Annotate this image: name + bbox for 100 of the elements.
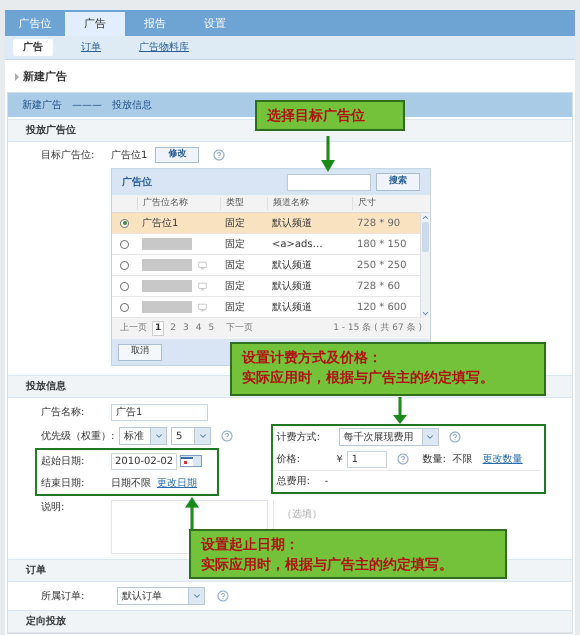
- redacted-block: [142, 280, 192, 292]
- help-icon[interactable]: [213, 149, 226, 161]
- prev-page-link[interactable]: 上一页: [120, 322, 147, 336]
- change-button[interactable]: 修改: [155, 147, 200, 163]
- page-link[interactable]: 3: [182, 322, 190, 336]
- name-field[interactable]: 广告1: [111, 404, 208, 420]
- date-field[interactable]: 2010-02-02: [111, 452, 177, 470]
- sub-tab[interactable]: 订单: [71, 39, 111, 56]
- section-title: 投放广告位: [26, 123, 76, 138]
- field-label: 广告名称:: [41, 406, 86, 420]
- table-cell-text: 默认频道: [271, 258, 313, 272]
- help-icon[interactable]: [221, 430, 233, 442]
- table-cell-text: <a>ads…: [271, 238, 324, 252]
- table-cell-text: 固定: [224, 258, 246, 272]
- field-label: 结束日期:: [41, 476, 86, 490]
- field-label: 优先级（权重）:: [41, 430, 115, 444]
- section-title: 投放信息: [26, 380, 66, 394]
- total-value: -: [324, 475, 328, 489]
- price-field[interactable]: 1: [346, 450, 387, 468]
- field-label: 计费方式:: [276, 430, 322, 444]
- search-button[interactable]: 搜索: [376, 173, 420, 191]
- radio-button[interactable]: [120, 302, 129, 312]
- table-row[interactable]: 广告位1 固定 默认频道 728 * 90: [112, 213, 420, 234]
- breadcrumb-item: 投放信息: [112, 98, 152, 112]
- radio-button[interactable]: [120, 218, 129, 228]
- pointer-arrow: [321, 136, 335, 172]
- sub-tab[interactable]: 广告物料库: [129, 39, 199, 56]
- callout-text: 设置起止日期：: [201, 536, 300, 555]
- table-cell-text: 120 * 600: [356, 300, 408, 314]
- main-tab[interactable]: 广告: [65, 12, 125, 36]
- panel-title: 广告位: [122, 175, 153, 190]
- breadcrumb-item: 新建广告: [22, 98, 62, 112]
- scroll-down-icon[interactable]: [421, 309, 430, 318]
- radio-button[interactable]: [120, 282, 129, 290]
- change-quantity-link[interactable]: 更改数量: [482, 452, 523, 466]
- table-cell-text: 728 * 90: [356, 216, 402, 230]
- field-label: 说明:: [41, 501, 66, 515]
- column-header: 尺寸: [352, 196, 420, 210]
- pointer-arrow: [185, 497, 199, 529]
- monitor-icon[interactable]: [198, 260, 207, 270]
- scrollbar[interactable]: [420, 213, 430, 318]
- dropdown[interactable]: 5: [171, 427, 211, 445]
- table-cell-text: 默认频道: [271, 300, 313, 314]
- section-title: 定向投放: [26, 614, 66, 629]
- next-page-link[interactable]: 下一页: [226, 322, 254, 336]
- dropdown[interactable]: 每千次展现费用: [338, 428, 439, 446]
- table-cell-text: 固定: [224, 280, 246, 294]
- change-date-link[interactable]: 更改日期: [157, 476, 197, 490]
- page-link[interactable]: 1: [152, 320, 164, 336]
- radio-button[interactable]: [120, 240, 129, 248]
- callout-text: 选择目标广告位: [267, 106, 366, 126]
- dropdown[interactable]: 默认订单: [117, 587, 205, 605]
- field-label: 起始日期:: [41, 454, 86, 468]
- page-title: 新建广告: [23, 68, 67, 85]
- column-header: 类型: [220, 196, 267, 210]
- currency-symbol: ￥: [334, 452, 345, 466]
- table-cell-text: 固定: [224, 216, 246, 230]
- breadcrumb-separator: ———: [72, 98, 102, 112]
- calendar-icon[interactable]: [180, 455, 202, 467]
- table-cell-text: 固定: [224, 300, 246, 314]
- scroll-thumb[interactable]: [422, 222, 429, 252]
- dropdown[interactable]: 标准: [119, 427, 167, 445]
- help-icon[interactable]: [217, 590, 229, 602]
- table-cell-text: 728 * 60: [356, 280, 402, 294]
- callout-text: 实际应用时，根据与广告主的约定填写。: [242, 368, 495, 388]
- sub-tab[interactable]: 广告: [13, 39, 53, 56]
- pointer-arrow: [393, 397, 407, 424]
- help-icon[interactable]: [448, 431, 461, 443]
- page-summary: 1 - 15 条 ( 共 67 条 ): [333, 322, 422, 335]
- section-title: 订单: [26, 564, 46, 578]
- monitor-icon[interactable]: [198, 282, 207, 290]
- table-cell-text: 250 * 250: [356, 258, 408, 272]
- redacted-block: [142, 301, 192, 313]
- callout-text: 实际应用时，根据与广告主的约定填写。: [201, 556, 454, 575]
- scroll-up-icon[interactable]: [421, 213, 430, 222]
- table-cell-text: 默认频道: [271, 216, 313, 230]
- column-header: 广告位名称: [137, 196, 220, 210]
- radio-button[interactable]: [120, 260, 129, 270]
- field-label: 数量:: [422, 452, 448, 466]
- page-link[interactable]: 2: [169, 322, 177, 336]
- quantity-value: 不限: [452, 452, 473, 466]
- target-value: 广告位1: [111, 148, 148, 162]
- monitor-icon[interactable]: [198, 302, 207, 312]
- table-cell-text: 固定: [224, 238, 246, 252]
- search-field[interactable]: [287, 174, 371, 190]
- callout-text: 设置计费方式及价格：: [242, 348, 383, 368]
- table-cell-text: 广告位1: [142, 216, 178, 230]
- field-label: 总费用:: [276, 474, 312, 489]
- column-header: 频道名称: [267, 196, 352, 210]
- page-link[interactable]: 4: [194, 322, 202, 336]
- table-cell-text: 180 * 150: [356, 238, 408, 252]
- cancel-button[interactable]: 取消: [118, 344, 162, 360]
- help-icon[interactable]: [396, 453, 409, 465]
- triangle-icon: [15, 73, 19, 81]
- field-label: 价格:: [276, 452, 302, 466]
- end-date-value: 日期不限: [111, 476, 151, 490]
- redacted-block: [142, 238, 192, 250]
- page-link[interactable]: 5: [207, 322, 216, 336]
- field-label: 目标广告位:: [41, 148, 96, 162]
- table-cell-text: 默认频道: [271, 280, 313, 294]
